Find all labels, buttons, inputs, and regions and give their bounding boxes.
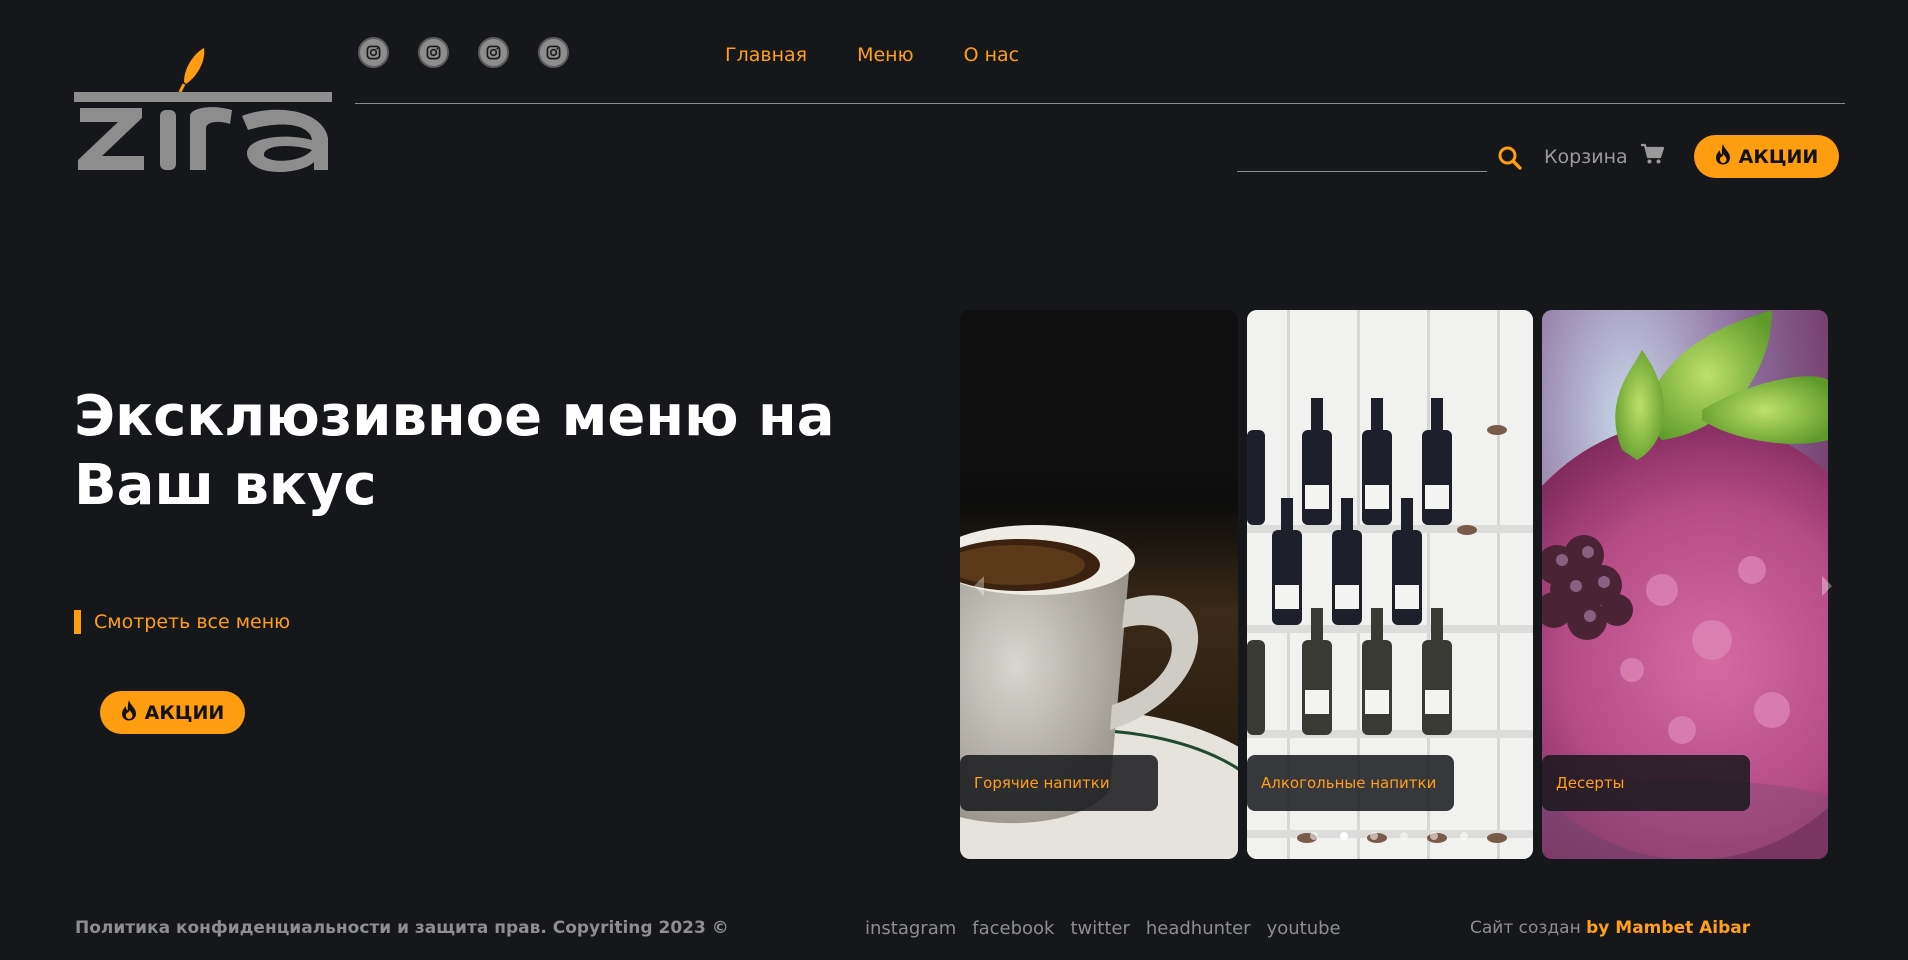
- cart-icon: [1640, 143, 1664, 170]
- carousel-dot[interactable]: [1460, 832, 1468, 840]
- carousel-card-alcohol[interactable]: Алкогольные напитки: [1247, 310, 1533, 859]
- card-label-hot-drinks: Горячие напитки: [960, 755, 1158, 811]
- site-logo[interactable]: [72, 46, 334, 176]
- carousel-next-arrow[interactable]: [1822, 576, 1832, 596]
- card-label-alcohol: Алкогольные напитки: [1247, 755, 1454, 811]
- footer-credit: Сайт создан by Mambet Aibar: [1470, 918, 1750, 938]
- carousel-prev-arrow[interactable]: [974, 576, 984, 596]
- promo-button-header[interactable]: АКЦИИ: [1694, 135, 1839, 178]
- social-links: [358, 37, 569, 68]
- logo-mark: [74, 48, 332, 172]
- carousel-card-hot-drinks[interactable]: Горячие напитки: [960, 310, 1238, 859]
- instagram-icon[interactable]: [418, 37, 449, 68]
- card-label-desserts: Десерты: [1542, 755, 1750, 811]
- footer-credit-prefix: Сайт создан: [1470, 918, 1581, 938]
- footer-social-links: instagram facebook twitter headhunter yo…: [865, 918, 1341, 939]
- carousel-dot[interactable]: [1400, 832, 1408, 840]
- cart-label: Корзина: [1544, 145, 1628, 168]
- nav-home[interactable]: Главная: [725, 44, 807, 66]
- nav-about[interactable]: О нас: [964, 44, 1020, 66]
- flame-icon: [121, 699, 137, 726]
- nav-menu[interactable]: Меню: [857, 44, 914, 66]
- menu-carousel: Горячие напитки Алкогольные напитки Десе…: [960, 310, 1828, 860]
- footer-copyright: Политика конфиденциальности и защита пра…: [75, 918, 729, 938]
- carousel-dot-active[interactable]: [1340, 832, 1348, 840]
- search-icon[interactable]: [1497, 145, 1523, 175]
- instagram-icon[interactable]: [538, 37, 569, 68]
- carousel-dots: [1310, 832, 1468, 840]
- carousel-dot[interactable]: [1430, 832, 1438, 840]
- view-all-menu-link[interactable]: Смотреть все меню: [74, 610, 290, 634]
- flame-icon: [1715, 143, 1731, 170]
- search-input[interactable]: [1237, 143, 1491, 171]
- carousel-dot[interactable]: [1370, 832, 1378, 840]
- footer-link-youtube[interactable]: youtube: [1267, 918, 1341, 939]
- carousel-dot[interactable]: [1310, 832, 1318, 840]
- header-divider: [355, 103, 1845, 104]
- promo-label: АКЦИИ: [144, 701, 225, 724]
- link-accent-bar: [74, 610, 81, 634]
- promo-label: АКЦИИ: [1738, 145, 1819, 168]
- footer-link-facebook[interactable]: facebook: [972, 918, 1054, 939]
- instagram-icon[interactable]: [358, 37, 389, 68]
- footer-link-instagram[interactable]: instagram: [865, 918, 956, 939]
- promo-button-hero[interactable]: АКЦИИ: [100, 691, 245, 734]
- footer-credit-author[interactable]: by Mambet Aibar: [1586, 918, 1750, 938]
- carousel-card-desserts[interactable]: Десерты: [1542, 310, 1828, 859]
- view-all-menu-label: Смотреть все меню: [94, 611, 291, 633]
- footer-link-headhunter[interactable]: headhunter: [1146, 918, 1251, 939]
- hero-title: Эксклюзивное меню на Ваш вкус: [74, 384, 835, 518]
- main-nav: Главная Меню О нас: [725, 44, 1019, 66]
- instagram-icon[interactable]: [478, 37, 509, 68]
- cart-button[interactable]: Корзина: [1544, 143, 1664, 170]
- footer-link-twitter[interactable]: twitter: [1070, 918, 1129, 939]
- search-underline: [1237, 171, 1487, 172]
